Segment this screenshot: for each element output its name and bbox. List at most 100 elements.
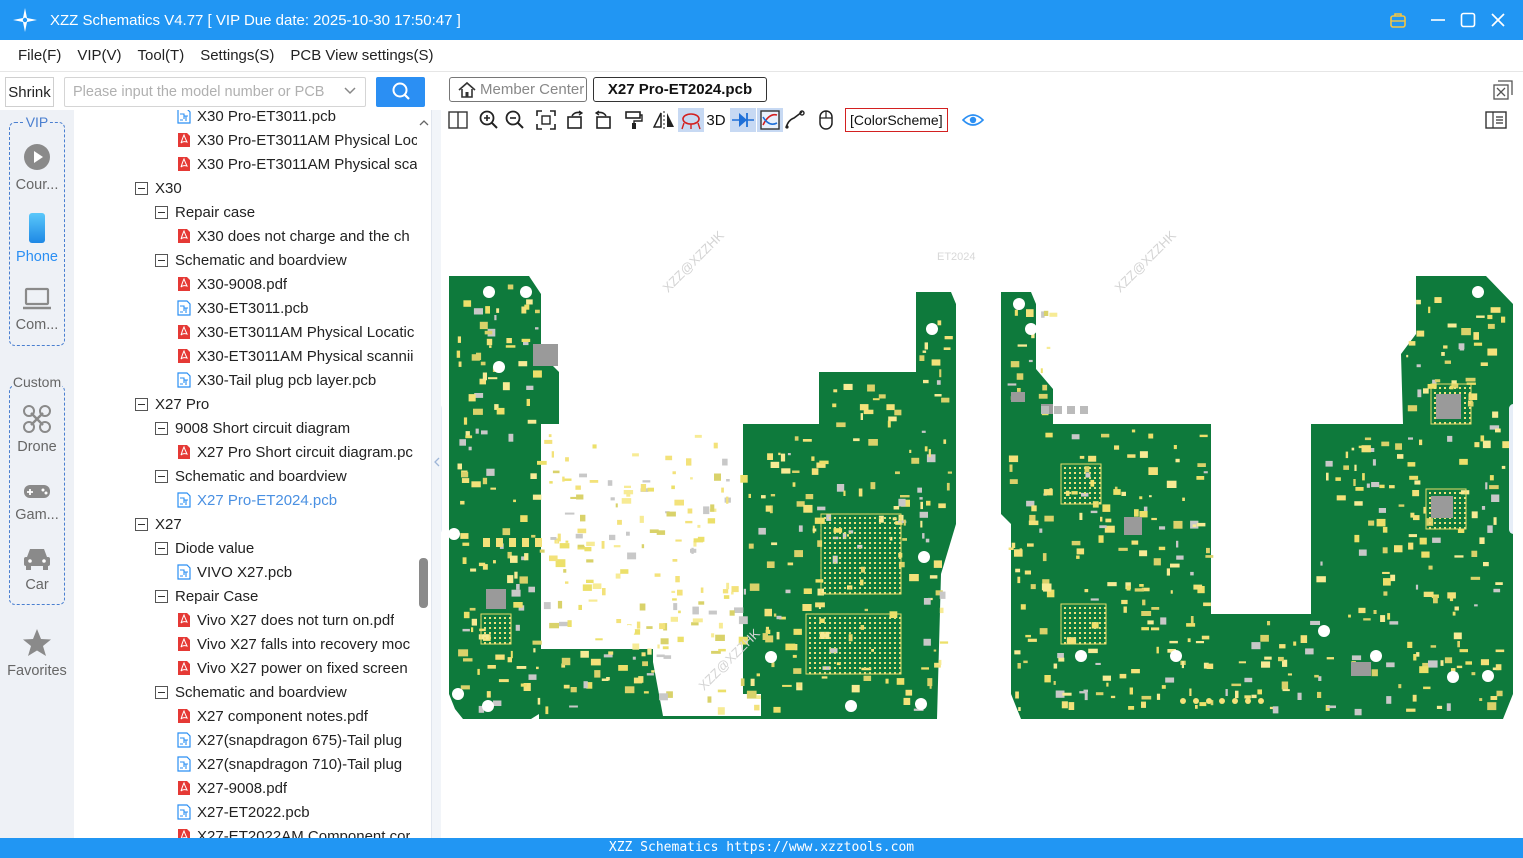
tree-file[interactable]: X30-ET3011AM Physical Locatic bbox=[177, 320, 414, 344]
scroll-up-icon[interactable] bbox=[419, 114, 429, 130]
close-all-tabs-icon[interactable] bbox=[1493, 80, 1513, 103]
split-view-icon[interactable] bbox=[447, 108, 469, 132]
paint-brush-icon[interactable] bbox=[623, 108, 645, 132]
net-highlight-icon[interactable] bbox=[678, 108, 704, 132]
eye-icon[interactable] bbox=[961, 108, 985, 132]
tree-file[interactable]: X27(snapdragon 710)-Tail plug bbox=[177, 752, 402, 776]
tree-file[interactable]: X30 Pro-ET3011AM Physical Loc bbox=[177, 128, 417, 152]
menu-tool[interactable]: Tool(T) bbox=[130, 47, 193, 64]
vip-shop-icon[interactable] bbox=[1383, 0, 1413, 40]
pcb-pad bbox=[1434, 522, 1436, 524]
pcb-pad bbox=[839, 627, 841, 629]
pcb-pad bbox=[1464, 492, 1466, 494]
search-combobox[interactable] bbox=[64, 77, 366, 107]
tree-file[interactable]: X30-Tail plug pcb layer.pcb bbox=[177, 368, 376, 392]
minimize-button[interactable] bbox=[1423, 0, 1453, 40]
pcb-pad bbox=[824, 642, 826, 644]
tree-file[interactable]: X27(snapdragon 675)-Tail plug bbox=[177, 728, 402, 752]
tree-file[interactable]: X30 Pro-ET3011.pcb bbox=[177, 110, 336, 128]
tree-file[interactable]: Vivo X27 falls into recovery moc bbox=[177, 632, 410, 656]
tree-file[interactable]: X27 Pro Short circuit diagram.pc bbox=[177, 440, 413, 464]
tree-file[interactable]: X27 Pro-ET2024.pcb bbox=[177, 488, 337, 512]
side-panel-icon[interactable] bbox=[1484, 108, 1508, 132]
tree-folder[interactable]: Schematic and boardview bbox=[155, 248, 347, 272]
3d-view-button[interactable]: 3D bbox=[705, 108, 727, 132]
menu-vip[interactable]: VIP(V) bbox=[69, 47, 129, 64]
probe-icon[interactable] bbox=[784, 108, 806, 132]
tree-folder[interactable]: X30 bbox=[135, 176, 182, 200]
collapse-toggle-icon[interactable] bbox=[135, 181, 148, 195]
pcb-pad bbox=[899, 562, 901, 564]
collapse-toggle-icon[interactable] bbox=[155, 421, 168, 435]
menu-settings[interactable]: Settings(S) bbox=[192, 47, 282, 64]
pcb-canvas[interactable]: XZZ@XZZHK XZZ@XZZHK XZZ@XZZHK ET2024 bbox=[441, 134, 1513, 838]
tree-file[interactable]: VIVO X27.pcb bbox=[177, 560, 292, 584]
layer-view-icon[interactable] bbox=[757, 108, 783, 132]
tree-file[interactable]: X30-ET3011AM Physical scannii bbox=[177, 344, 414, 368]
tree-scrollbar[interactable] bbox=[417, 110, 431, 838]
tab-pcb-file[interactable]: X27 Pro-ET2024.pcb bbox=[593, 77, 767, 102]
pcb-component bbox=[1387, 613, 1391, 620]
tree-folder[interactable]: Schematic and boardview bbox=[155, 680, 347, 704]
tree-file[interactable]: X27-9008.pdf bbox=[177, 776, 287, 800]
pcb-pad bbox=[884, 537, 886, 539]
rail-item-courses[interactable]: Cour... bbox=[0, 142, 74, 193]
pcb-board-view[interactable] bbox=[441, 134, 1513, 838]
tree-folder[interactable]: X27 bbox=[135, 512, 182, 536]
pcb-component bbox=[461, 478, 470, 483]
tree-file[interactable]: X30 does not charge and the ch bbox=[177, 224, 410, 248]
close-button[interactable] bbox=[1483, 0, 1513, 40]
collapse-toggle-icon[interactable] bbox=[135, 397, 148, 411]
tree-file[interactable]: X27-ET2022AM Component cor bbox=[177, 824, 410, 838]
tree-folder[interactable]: Schematic and boardview bbox=[155, 464, 347, 488]
fit-view-icon[interactable] bbox=[535, 108, 557, 132]
tree-folder[interactable]: X27 Pro bbox=[135, 392, 209, 416]
chevron-down-icon[interactable] bbox=[343, 84, 357, 101]
rail-item-computer[interactable]: Com... bbox=[0, 286, 74, 333]
rail-item-game[interactable]: Gam... bbox=[0, 480, 74, 523]
tab-member-center[interactable]: Member Center bbox=[449, 77, 587, 102]
tree-folder[interactable]: Repair case bbox=[155, 200, 255, 224]
shrink-button[interactable]: Shrink bbox=[5, 77, 54, 107]
mouse-icon[interactable] bbox=[815, 108, 837, 132]
collapse-toggle-icon[interactable] bbox=[155, 589, 168, 603]
tree-file[interactable]: Vivo X27 power on fixed screen bbox=[177, 656, 408, 680]
collapse-toggle-icon[interactable] bbox=[155, 541, 168, 555]
zoom-out-icon[interactable] bbox=[504, 108, 526, 132]
collapse-toggle-icon[interactable] bbox=[155, 469, 168, 483]
tree-file[interactable]: X30 Pro-ET3011AM Physical sca bbox=[177, 152, 417, 176]
collapse-toggle-icon[interactable] bbox=[155, 253, 168, 267]
collapse-toggle-icon[interactable] bbox=[135, 517, 148, 531]
rail-item-drone[interactable]: Drone bbox=[0, 404, 74, 455]
pcb-component bbox=[1354, 708, 1362, 716]
search-button[interactable] bbox=[376, 77, 425, 107]
tree-scrollbar-thumb[interactable] bbox=[419, 558, 428, 608]
rail-item-car[interactable]: Car bbox=[0, 544, 74, 593]
tree-file[interactable]: X27-ET2022.pcb bbox=[177, 800, 310, 824]
mirror-icon[interactable] bbox=[653, 108, 675, 132]
collapse-toggle-icon[interactable] bbox=[155, 685, 168, 699]
rotate-left-icon[interactable] bbox=[565, 108, 587, 132]
panel-splitter[interactable] bbox=[431, 110, 441, 838]
zoom-in-icon[interactable] bbox=[478, 108, 500, 132]
rotate-right-icon[interactable] bbox=[591, 108, 613, 132]
color-scheme-button[interactable]: [ColorScheme] bbox=[845, 108, 948, 132]
tree-file[interactable]: X30-9008.pdf bbox=[177, 272, 287, 296]
rail-item-favorites[interactable]: Favorites bbox=[0, 628, 74, 679]
pcb-component bbox=[1501, 465, 1506, 469]
rail-item-phone[interactable]: Phone bbox=[0, 212, 74, 265]
tree-folder[interactable]: 9008 Short circuit diagram bbox=[155, 416, 350, 440]
left-collapse-handle[interactable] bbox=[441, 404, 442, 534]
collapse-toggle-icon[interactable] bbox=[155, 205, 168, 219]
tree-file[interactable]: X27 component notes.pdf bbox=[177, 704, 368, 728]
tree-folder[interactable]: Diode value bbox=[155, 536, 254, 560]
pcb-component bbox=[1158, 546, 1166, 551]
menu-pcb-view-settings[interactable]: PCB View settings(S) bbox=[282, 47, 441, 64]
diode-mode-icon[interactable] bbox=[730, 108, 756, 132]
tree-folder[interactable]: Repair Case bbox=[155, 584, 258, 608]
tree-file[interactable]: X30-ET3011.pcb bbox=[177, 296, 308, 320]
maximize-button[interactable] bbox=[1453, 0, 1483, 40]
tree-file[interactable]: Vivo X27 does not turn on.pdf bbox=[177, 608, 394, 632]
menu-file[interactable]: File(F) bbox=[10, 47, 69, 64]
search-input[interactable] bbox=[73, 82, 333, 102]
